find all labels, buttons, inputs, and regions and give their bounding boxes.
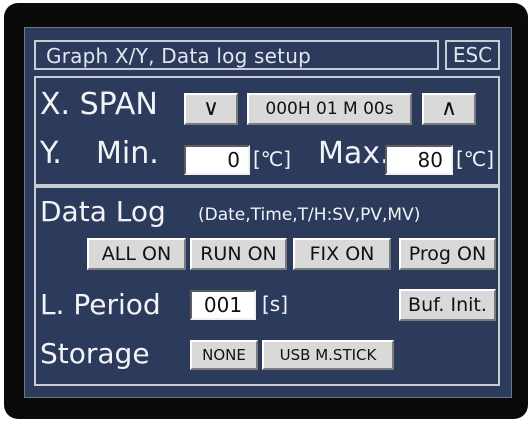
log-period-input[interactable]: 001 [190, 290, 256, 320]
data-log-hint: (Date,Time,T/H:SV,PV,MV) [198, 205, 421, 225]
storage-label: Storage [40, 337, 150, 370]
data-log-all-on-button[interactable]: ALL ON [87, 238, 186, 270]
log-period-label: L. Period [40, 288, 161, 321]
y-max-label: Max. [318, 136, 390, 171]
storage-none-button[interactable]: NONE [190, 340, 258, 370]
y-max-input[interactable]: 80 [385, 145, 453, 175]
buffer-init-button[interactable]: Buf. Init. [399, 289, 496, 321]
y-max-unit: [℃] [456, 147, 495, 171]
log-period-unit: [s] [262, 292, 289, 316]
data-log-label: Data Log [40, 195, 166, 228]
page-title: Graph X/Y, Data log setup [46, 44, 311, 68]
y-axis-label: Y. [40, 136, 62, 171]
esc-button[interactable]: ESC [445, 40, 500, 70]
y-min-label: Min. [96, 136, 159, 171]
data-log-run-on-button[interactable]: RUN ON [190, 238, 287, 270]
title-bar: Graph X/Y, Data log setup [34, 40, 439, 70]
y-min-unit: [℃] [253, 147, 292, 171]
xspan-label: X. SPAN [40, 87, 158, 122]
xspan-decrease-button[interactable]: ∨ [184, 93, 238, 125]
y-min-input[interactable]: 0 [184, 145, 250, 175]
data-log-prog-on-button[interactable]: Prog ON [399, 238, 496, 270]
data-log-fix-on-button[interactable]: FIX ON [293, 238, 391, 270]
xspan-increase-button[interactable]: ∧ [422, 93, 476, 125]
xspan-value-button[interactable]: 000H 01 M 00s [247, 93, 412, 125]
storage-usb-stick-button[interactable]: USB M.STICK [262, 340, 394, 370]
